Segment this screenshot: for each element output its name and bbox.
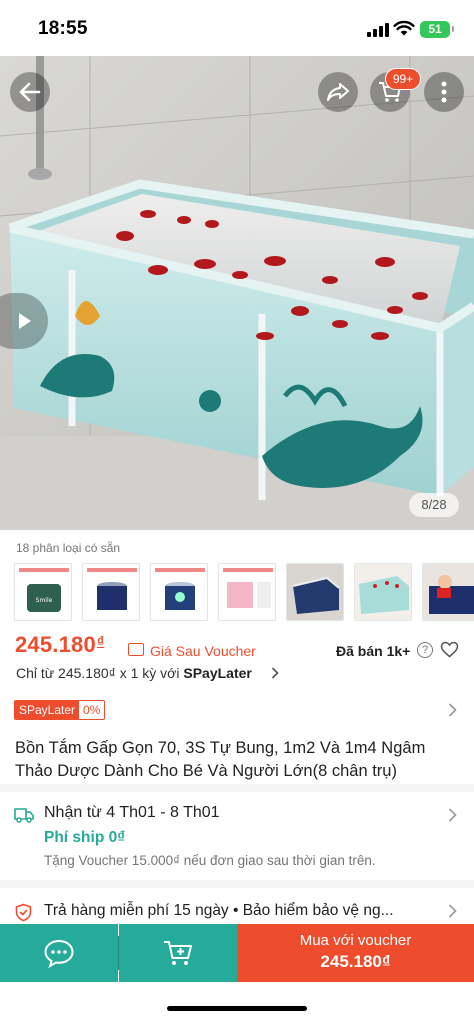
heart-icon[interactable] xyxy=(440,641,459,658)
variant-thumbnails: Smile xyxy=(14,563,474,625)
image-counter: 8/28 xyxy=(409,493,459,517)
more-options-button[interactable] xyxy=(424,72,464,112)
status-time: 18:55 xyxy=(38,18,88,39)
shipping-date[interactable]: Nhận từ 4 Th01 - 8 Th01 xyxy=(44,804,220,822)
signal-icon xyxy=(367,23,389,37)
price: 245.180₫ xyxy=(15,632,104,658)
chevron-right-icon[interactable] xyxy=(448,703,457,717)
shield-icon xyxy=(15,903,32,922)
sold-count: Đã bán 1k+ xyxy=(336,643,411,659)
chevron-right-icon[interactable] xyxy=(448,808,457,822)
back-icon xyxy=(19,82,41,102)
share-icon xyxy=(327,83,349,101)
variant-thumbnail[interactable] xyxy=(286,563,344,621)
wifi-icon xyxy=(393,20,415,36)
variant-thumbnail[interactable] xyxy=(354,563,412,621)
section-divider xyxy=(0,784,474,792)
variant-thumbnail[interactable]: Smile xyxy=(14,563,72,621)
variant-thumbnail[interactable] xyxy=(422,563,474,621)
shipping-fee: Phí ship 0₫ xyxy=(44,829,126,846)
chat-icon xyxy=(44,939,74,968)
variant-count-label: 18 phân loại có sẵn xyxy=(16,541,121,555)
chat-button[interactable] xyxy=(0,924,118,982)
variant-thumbnail[interactable] xyxy=(150,563,208,621)
buy-button-label: Mua với voucher xyxy=(299,932,412,949)
installment-info[interactable]: Chỉ từ 245.180₫ x 1 kỳ với SPayLater xyxy=(16,665,252,681)
spaylater-label: SPayLater xyxy=(15,701,80,719)
spaylater-badge: SPayLater 0% xyxy=(14,700,106,720)
variant-thumbnail[interactable] xyxy=(82,563,140,621)
back-button[interactable] xyxy=(10,72,50,112)
svg-text:Smile: Smile xyxy=(36,597,53,604)
product-image-gallery[interactable]: 99+ 8/28 xyxy=(0,56,474,530)
bottom-action-bar: Mua với voucher 245.180₫ xyxy=(0,924,474,982)
add-to-cart-button[interactable] xyxy=(119,924,237,982)
share-button[interactable] xyxy=(318,72,358,112)
battery-indicator: 51 xyxy=(420,21,454,38)
price-currency: ₫ xyxy=(96,633,105,649)
buy-with-voucher-button[interactable]: Mua với voucher 245.180₫ xyxy=(237,924,474,982)
product-title: Bồn Tắm Gấp Gọn 70, 3S Tự Bung, 1m2 Và 1… xyxy=(15,739,426,780)
installment-text: Chỉ từ 245.180₫ x 1 kỳ với xyxy=(16,665,184,681)
status-bar: 18:55 51 xyxy=(0,0,474,56)
voucher-icon xyxy=(128,643,144,656)
more-icon xyxy=(441,81,447,103)
returns-info[interactable]: Trả hàng miễn phí 15 ngày • Bảo hiểm bảo… xyxy=(44,902,394,920)
price-value: 245.180 xyxy=(15,632,96,657)
play-icon xyxy=(19,313,31,329)
chevron-right-icon xyxy=(271,667,279,679)
cart-count-badge: 99+ xyxy=(385,68,421,90)
product-image xyxy=(0,56,474,530)
add-to-cart-icon xyxy=(164,941,192,965)
spaylater-rate: 0% xyxy=(83,703,101,717)
buy-button-price: 245.180₫ xyxy=(320,952,391,971)
installment-provider: SPayLater xyxy=(183,665,252,681)
section-divider xyxy=(0,880,474,888)
variant-thumbnail[interactable] xyxy=(218,563,276,621)
price-note: Giá Sau Voucher xyxy=(150,643,256,659)
help-icon[interactable]: ? xyxy=(417,642,433,658)
home-indicator[interactable] xyxy=(167,1006,307,1011)
chevron-right-icon[interactable] xyxy=(448,904,457,918)
truck-icon xyxy=(14,808,34,823)
shipping-voucher: Tặng Voucher 15.000₫ nếu đơn giao sau th… xyxy=(44,853,376,868)
